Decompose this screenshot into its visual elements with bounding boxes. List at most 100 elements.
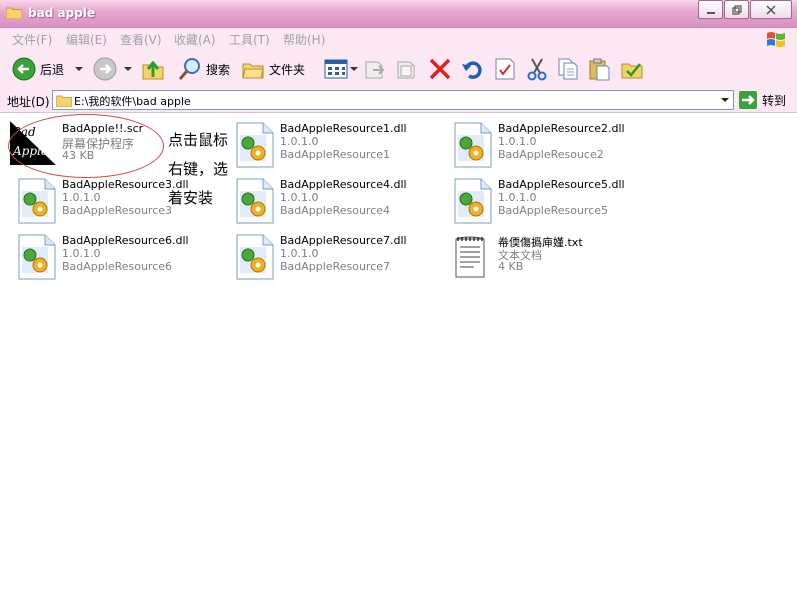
address-field[interactable]: E:\我的软件\bad apple xyxy=(52,90,734,110)
move-to-button[interactable] xyxy=(363,54,387,84)
go-arrow-icon xyxy=(739,91,757,109)
folders-button[interactable]: 文件夹 xyxy=(241,54,305,84)
back-label: 后退 xyxy=(40,62,65,77)
file-name: BadAppleResource6.dll xyxy=(62,234,189,247)
file-description: BadAppleResource3 xyxy=(62,204,173,217)
file-name: BadAppleResource7.dll xyxy=(280,234,407,247)
dll-file-icon xyxy=(236,122,274,168)
annotation-line-1: 点击鼠标 xyxy=(168,131,229,149)
file-version: 1.0.1.0 xyxy=(280,191,319,204)
file-version: 1.0.1.0 xyxy=(62,191,101,204)
file-item-dll[interactable]: BadAppleResource7.dll 1.0.1.0 BadAppleRe… xyxy=(234,233,444,281)
file-item-dll[interactable]: BadAppleResource1.dll 1.0.1.0 BadAppleRe… xyxy=(234,121,444,169)
undo-icon xyxy=(462,61,482,79)
window-title: bad apple xyxy=(28,6,95,20)
folder-options-button[interactable] xyxy=(620,54,644,84)
folder-check-icon xyxy=(621,63,643,79)
dll-file-icon xyxy=(236,178,274,224)
dll-file-icon xyxy=(18,234,56,280)
file-version: 1.0.1.0 xyxy=(62,247,101,260)
file-description: BadAppleResource7 xyxy=(280,260,391,273)
delete-x-icon xyxy=(429,58,451,80)
file-item-txt[interactable]: 帣偄傷撝庘嫤.txt 文本文档 4 KB xyxy=(452,233,662,281)
forward-button[interactable] xyxy=(93,54,133,84)
minimize-button[interactable] xyxy=(698,0,723,19)
file-name: BadAppleResource4.dll xyxy=(280,178,407,191)
file-version: 1.0.1.0 xyxy=(498,135,537,148)
copy-icon xyxy=(558,58,578,80)
go-label: 转到 xyxy=(762,93,787,108)
close-button[interactable] xyxy=(750,0,792,19)
file-version: 1.0.1.0 xyxy=(498,191,537,204)
dll-file-icon xyxy=(454,178,492,224)
undo-button[interactable] xyxy=(460,54,484,84)
paste-button[interactable] xyxy=(587,54,611,84)
file-description: BadAppleResouce2 xyxy=(498,148,604,161)
file-description: BadAppleResource6 xyxy=(62,260,173,273)
menu-tools[interactable]: 工具(T) xyxy=(229,31,270,48)
back-dropdown-icon[interactable] xyxy=(74,64,84,74)
cut-button[interactable] xyxy=(525,54,549,84)
folders-icon xyxy=(242,63,264,79)
copy-to-button[interactable] xyxy=(395,54,419,84)
menu-help[interactable]: 帮助(H) xyxy=(283,31,325,48)
file-name: BadAppleResource1.dll xyxy=(280,122,407,135)
windows-logo-icon xyxy=(767,32,785,47)
properties-button[interactable] xyxy=(494,54,516,84)
file-version: 1.0.1.0 xyxy=(280,247,319,260)
properties-icon xyxy=(495,58,515,80)
dll-file-icon xyxy=(236,234,274,280)
search-icon xyxy=(178,58,200,80)
file-name: BadAppleResource3.dll xyxy=(62,178,189,191)
folder-icon xyxy=(56,95,72,107)
menu-file[interactable]: 文件(F) xyxy=(12,31,52,48)
menu-bar: 文件(F) 编辑(E) 查看(V) 收藏(A) 工具(T) 帮助(H) xyxy=(0,28,797,51)
search-button[interactable]: 搜索 xyxy=(178,54,230,84)
go-button[interactable]: 转到 xyxy=(739,91,786,109)
forward-arrow-icon xyxy=(93,57,117,81)
file-size: 4 KB xyxy=(498,260,524,273)
up-folder-icon xyxy=(142,60,164,80)
menu-edit[interactable]: 编辑(E) xyxy=(66,31,107,48)
title-bar: bad apple xyxy=(0,0,797,28)
text-file-icon xyxy=(455,236,485,278)
folders-label: 文件夹 xyxy=(269,62,306,77)
file-item-dll[interactable]: BadAppleResource5.dll 1.0.1.0 BadAppleRe… xyxy=(452,177,662,225)
copy-button[interactable] xyxy=(556,54,580,84)
forward-dropdown-icon[interactable] xyxy=(123,64,133,74)
address-label: 地址(D) xyxy=(7,95,50,109)
chevron-down-icon xyxy=(721,98,729,102)
copy-to-icon xyxy=(397,61,415,79)
file-description: BadAppleResource5 xyxy=(498,204,609,217)
file-name: BadAppleResource2.dll xyxy=(498,122,625,135)
file-item-dll[interactable]: BadAppleResource4.dll 1.0.1.0 BadAppleRe… xyxy=(234,177,444,225)
file-description: BadAppleResource4 xyxy=(280,204,391,217)
address-path: E:\我的软件\bad apple xyxy=(74,95,191,108)
address-bar: 地址(D) E:\我的软件\bad apple 转到 xyxy=(0,88,797,113)
folder-icon xyxy=(6,7,22,19)
delete-button[interactable] xyxy=(428,54,452,84)
dll-file-icon xyxy=(18,178,56,224)
up-folder-button[interactable] xyxy=(141,54,165,84)
back-button[interactable]: 后退 xyxy=(12,54,84,84)
file-name: BadAppleResource5.dll xyxy=(498,178,625,191)
file-description: BadAppleResource1 xyxy=(280,148,391,161)
back-arrow-icon xyxy=(12,57,36,81)
file-version: 1.0.1.0 xyxy=(280,135,319,148)
paste-icon xyxy=(589,58,610,81)
move-to-icon xyxy=(365,61,385,79)
file-item-dll[interactable]: BadAppleResource2.dll 1.0.1.0 BadAppleRe… xyxy=(452,121,662,169)
scissors-icon xyxy=(527,58,547,81)
close-icon xyxy=(766,4,776,15)
toolbar: 后退 搜索 文件夹 xyxy=(0,50,797,89)
address-dropdown[interactable] xyxy=(717,91,733,109)
search-label: 搜索 xyxy=(206,62,231,77)
views-icon xyxy=(324,59,348,79)
menu-favorites[interactable]: 收藏(A) xyxy=(174,31,216,48)
annotation-ellipse xyxy=(8,114,164,178)
file-item-dll[interactable]: BadAppleResource3.dll 1.0.1.0 BadAppleRe… xyxy=(16,177,226,225)
views-button[interactable] xyxy=(324,54,358,84)
menu-view[interactable]: 查看(V) xyxy=(120,31,162,48)
maximize-button[interactable] xyxy=(724,0,749,19)
file-item-dll[interactable]: BadAppleResource6.dll 1.0.1.0 BadAppleRe… xyxy=(16,233,226,281)
